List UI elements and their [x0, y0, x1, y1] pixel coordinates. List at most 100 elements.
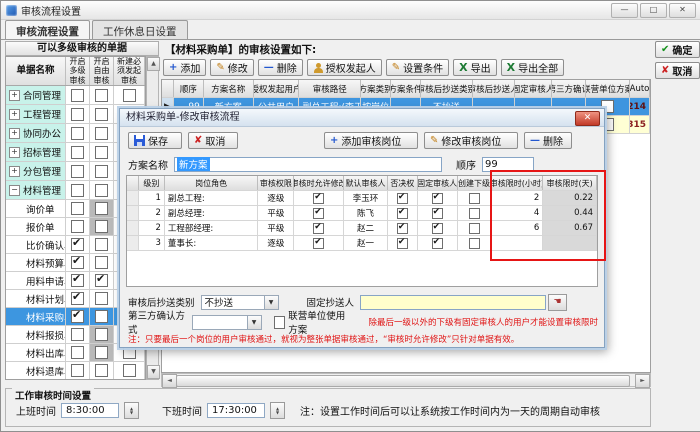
checkbox[interactable] [71, 89, 84, 102]
close-button[interactable]: ✕ [669, 3, 696, 18]
checkbox[interactable] [71, 310, 84, 323]
checkbox[interactable] [95, 220, 108, 233]
scroll-right-icon[interactable]: ► [635, 374, 650, 388]
dcol-9[interactable]: 审核限时(小时) [491, 176, 543, 190]
maximize-button[interactable]: □ [640, 3, 667, 18]
checkbox[interactable] [71, 292, 84, 305]
checkbox[interactable] [71, 238, 84, 251]
checkbox[interactable] [313, 238, 324, 249]
col-4[interactable]: 审核路径 [299, 80, 361, 97]
edit-post-button[interactable]: ✎修改审核岗位 [424, 132, 518, 149]
checkbox[interactable] [313, 193, 324, 204]
checkbox[interactable] [95, 364, 108, 377]
checkbox[interactable] [71, 146, 84, 159]
save-button[interactable]: 保存 [128, 132, 182, 149]
plan-name-input[interactable]: 新方案 [174, 157, 442, 172]
add-post-button[interactable]: +添加审核岗位 [324, 132, 418, 149]
expand-icon[interactable]: + [9, 90, 20, 101]
third-party-select[interactable]: ▼ [192, 315, 261, 330]
dialog-row-3[interactable]: 2工程部经理:平级赵二60.67 [127, 221, 597, 236]
checkbox[interactable] [469, 193, 480, 204]
checkbox[interactable] [71, 328, 84, 341]
checkbox[interactable] [123, 364, 136, 377]
checkbox[interactable] [95, 89, 108, 102]
checkbox[interactable] [71, 220, 84, 233]
checkbox[interactable] [313, 208, 324, 219]
scroll-up-icon[interactable]: ▲ [147, 57, 160, 71]
cancel-button[interactable]: ✘ 取消 [655, 62, 700, 79]
tab-audit-flow[interactable]: 审核流程设置 [5, 20, 90, 40]
fixed-cc-input[interactable] [360, 295, 546, 310]
checkbox[interactable] [95, 146, 108, 159]
col-11[interactable]: 联营单位方案 [586, 80, 630, 97]
expand-icon[interactable]: + [9, 109, 20, 120]
checkbox[interactable] [95, 108, 108, 121]
scrollbar-thumb[interactable] [176, 375, 630, 387]
dialog-row-2[interactable]: 2副总经理:平级陈飞40.44 [127, 206, 597, 221]
设置条件-button[interactable]: ✎设置条件 [386, 59, 449, 76]
checkbox[interactable] [95, 202, 108, 215]
col-5[interactable]: 方案类别 [361, 80, 391, 97]
checkbox[interactable] [469, 238, 480, 249]
checkbox[interactable] [95, 346, 108, 359]
checkbox[interactable] [397, 193, 408, 204]
checkbox[interactable] [71, 202, 84, 215]
col-9[interactable]: 固定审核人 [515, 80, 553, 97]
授权发起人-button[interactable]: 授权发起人 [307, 59, 382, 76]
delete-post-button[interactable]: —删除 [524, 132, 572, 149]
checkbox[interactable] [95, 127, 108, 140]
expand-icon[interactable]: + [9, 128, 20, 139]
dcol-7[interactable]: 固定审核人 [418, 176, 458, 190]
chevron-down-icon[interactable]: ▼ [247, 316, 261, 329]
checkbox[interactable] [95, 328, 108, 341]
dialog-close-icon[interactable]: ✕ [575, 111, 600, 126]
checkbox[interactable] [123, 89, 136, 102]
checkbox[interactable] [71, 274, 84, 287]
checkbox[interactable] [432, 208, 443, 219]
checkbox[interactable] [95, 184, 108, 197]
joint-plan-checkbox-group[interactable]: 联营单位使用方案 [274, 308, 355, 336]
checkbox[interactable] [71, 184, 84, 197]
checkbox[interactable] [397, 208, 408, 219]
checkbox[interactable] [71, 256, 84, 269]
导出-button[interactable]: X导出 [453, 59, 496, 76]
col-1[interactable]: 顺序 [174, 80, 204, 97]
col-6[interactable]: 方案条件 [391, 80, 421, 97]
dcol-8[interactable]: 创建下级 [458, 176, 492, 190]
dialog-cancel-button[interactable]: ✘取消 [188, 132, 238, 149]
dcol-3[interactable]: 审核权限 [258, 176, 294, 190]
修改-button[interactable]: ✎修改 [210, 59, 253, 76]
checkbox[interactable] [71, 165, 84, 178]
checkbox[interactable] [71, 346, 84, 359]
checkbox[interactable] [95, 310, 108, 323]
dcol-10[interactable]: 审核限时(天) [543, 176, 597, 190]
dcol-1[interactable]: 级别 [139, 176, 165, 190]
sidebar-row-材料退库单[interactable]: 材料退库单 [6, 362, 145, 380]
checkbox[interactable] [95, 274, 108, 287]
end-time-input[interactable]: 17:30:00 [207, 403, 265, 418]
添加-button[interactable]: +添加 [163, 59, 206, 76]
scroll-down-icon[interactable]: ▼ [147, 365, 160, 379]
expand-icon[interactable]: + [9, 147, 20, 158]
dcol-4[interactable]: 审核时允许修改 [294, 176, 344, 190]
person-picker-icon[interactable]: ☚ [548, 294, 567, 311]
dcol-5[interactable]: 默认审核人 [344, 176, 388, 190]
cc-type-select[interactable]: 不抄送▼ [201, 295, 279, 310]
导出全部-button[interactable]: X导出全部 [501, 59, 564, 76]
col-8[interactable]: 审核后抄送人 [473, 80, 515, 97]
checkbox[interactable] [95, 165, 108, 178]
checkbox[interactable] [71, 127, 84, 140]
col-12[interactable]: Auto [630, 80, 650, 97]
dcol-2[interactable]: 岗位角色 [165, 176, 259, 190]
col-3[interactable]: 授权发起用户 [254, 80, 300, 97]
checkbox[interactable] [95, 256, 108, 269]
checkbox[interactable] [397, 223, 408, 234]
checkbox[interactable] [432, 193, 443, 204]
start-time-input[interactable]: 8:30:00 [61, 403, 119, 418]
minimize-button[interactable]: — [611, 3, 638, 18]
checkbox[interactable] [432, 223, 443, 234]
col-7[interactable]: 审核后抄送类别 [421, 80, 473, 97]
chevron-down-icon[interactable]: ▼ [264, 296, 278, 309]
end-time-spinner[interactable]: ▲▼ [270, 402, 285, 419]
checkbox[interactable] [397, 238, 408, 249]
